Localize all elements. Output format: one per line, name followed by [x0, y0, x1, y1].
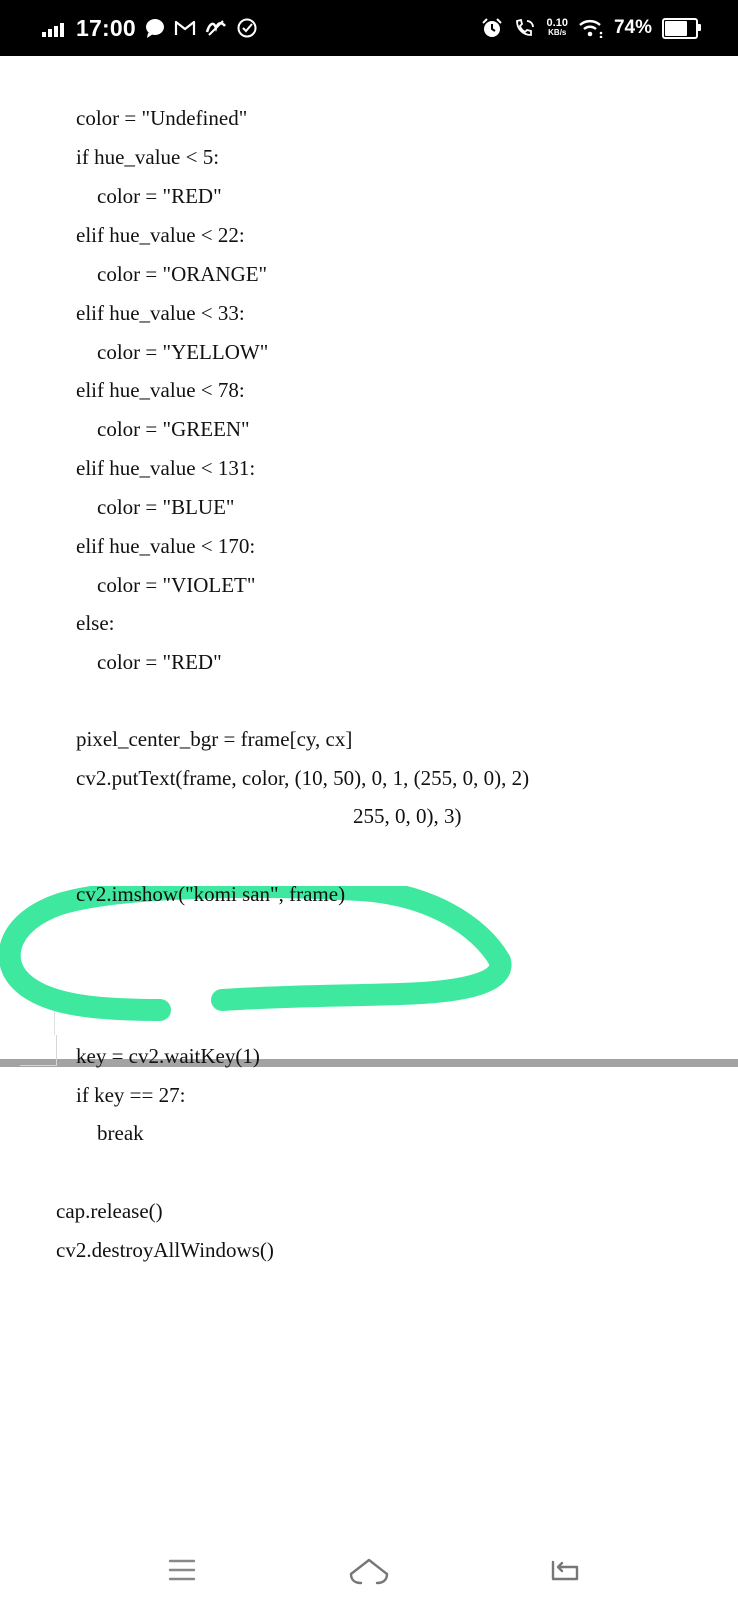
code-line: color = "BLUE" [76, 495, 235, 519]
menu-icon[interactable] [157, 1550, 207, 1590]
chat-bubble-icon [144, 17, 166, 39]
highlight-annotation [0, 886, 512, 1021]
back-icon[interactable] [540, 1550, 590, 1590]
gmail-icon [174, 19, 196, 37]
code-line: elif hue_value < 170: [76, 534, 256, 558]
page-margin-marker [20, 1035, 57, 1066]
code-line: cap.release() [56, 1199, 163, 1223]
code-line: elif hue_value < 33: [76, 301, 245, 325]
code-line: elif hue_value < 131: [76, 456, 256, 480]
wifi-calling-icon [513, 17, 537, 39]
page-margin-marker [54, 1001, 55, 1035]
check-circle-icon [236, 17, 258, 39]
code-line: color = "ORANGE" [76, 262, 268, 286]
battery-icon [662, 17, 701, 39]
app-icon [204, 18, 228, 38]
code-line: elif hue_value < 22: [76, 223, 245, 247]
code-line: break [76, 1121, 144, 1145]
clock: 17:00 [76, 14, 136, 41]
code-line: else: [76, 611, 115, 635]
code-line: 255, 0, 0), 3) [353, 804, 462, 828]
code-line: if hue_value < 5: [76, 145, 220, 169]
wifi-icon [578, 18, 604, 38]
battery-percent: 74% [613, 17, 652, 38]
status-bar: 17:00 0.10 KB/s 74% [0, 0, 738, 56]
code-line: cv2.destroyAllWindows() [56, 1238, 274, 1262]
navigation-bar [0, 1536, 738, 1600]
code-line: color = "GREEN" [76, 417, 250, 441]
code-line: cv2.putText(frame, color, (10, 50), 0, 1… [76, 766, 530, 790]
code-line: cv2.imshow("komi san", frame) [76, 882, 346, 906]
code-line: color = "RED" [76, 650, 222, 674]
code-line: color = "VIOLET" [76, 573, 256, 597]
code-line: color = "YELLOW" [76, 340, 269, 364]
code-line: elif hue_value < 78: [76, 378, 245, 402]
alarm-icon [481, 17, 503, 39]
code-line: key = cv2.waitKey(1) [76, 1044, 260, 1068]
document-page[interactable]: color = "Undefined" if hue_value < 5: co… [0, 56, 738, 1536]
code-line: if key == 27: [76, 1083, 186, 1107]
signal-icon [42, 19, 64, 37]
code-line: color = "Undefined" [76, 106, 248, 130]
network-speed: 0.10 KB/s [546, 17, 568, 38]
code-line: color = "RED" [76, 184, 222, 208]
home-icon[interactable] [344, 1550, 394, 1590]
code-line: pixel_center_bgr = frame[cy, cx] [76, 727, 353, 751]
